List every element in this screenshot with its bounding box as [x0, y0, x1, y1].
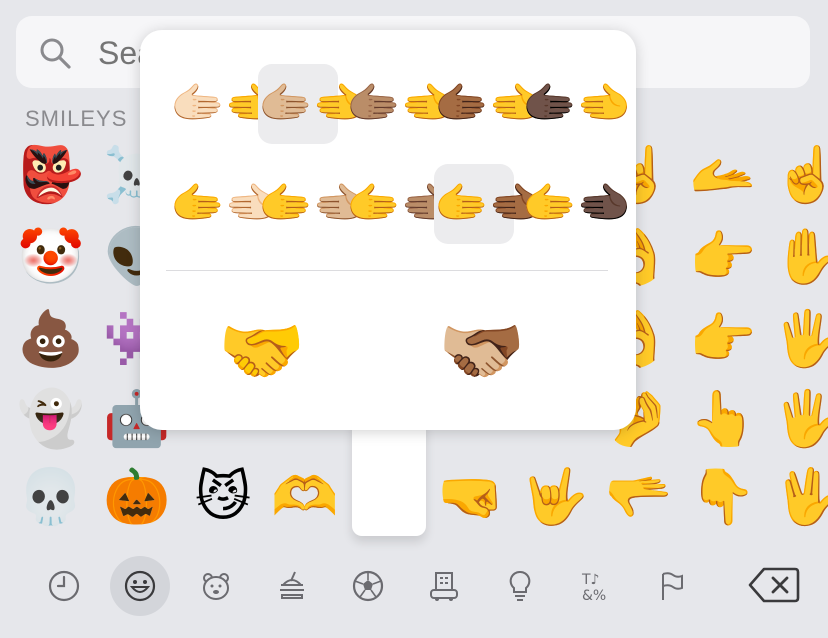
- emoji-cell[interactable]: 👺: [16, 140, 86, 210]
- category-symbols[interactable]: T♪ &%: [566, 556, 626, 616]
- skin-tone-option[interactable]: 🫱🏾‍🫲: [434, 64, 544, 144]
- skin-tone-popup: 🫱🏻‍🫲 🫱🏼‍🫲 🫱🏽‍🫲 🫱🏾‍🫲 🫱🏿‍🫲 🫱‍🫲🏻 🫱‍🫲🏼 🫱‍🫲🏽 🫱‍🫲🏾 🫱‍🫲…: [140, 30, 636, 430]
- emoji-cell[interactable]: 🫴: [688, 140, 758, 210]
- emoji-cell[interactable]: ☝️: [772, 140, 828, 210]
- backspace-icon[interactable]: [748, 566, 800, 604]
- emoji-cell[interactable]: 💩: [16, 304, 86, 374]
- default-handshake-emoji[interactable]: 🤝: [202, 306, 322, 396]
- emoji-cell[interactable]: 🫶: [270, 462, 340, 532]
- svg-text:&%: &%: [582, 588, 606, 603]
- skin-tone-option[interactable]: 🫱🏿‍🫲: [522, 64, 632, 144]
- category-food[interactable]: [262, 556, 322, 616]
- category-flags[interactable]: [642, 556, 702, 616]
- emoji-cell[interactable]: 👻: [16, 384, 86, 454]
- emoji-cell[interactable]: 👆: [688, 384, 758, 454]
- combined-handshake-emoji[interactable]: 🫱🏼‍🫲🏾: [422, 306, 542, 396]
- emoji-cell[interactable]: 👉: [688, 222, 758, 292]
- emoji-cell[interactable]: 🤡: [16, 222, 86, 292]
- popup-tail: [352, 420, 426, 536]
- smiley-icon: [124, 570, 156, 602]
- category-animals[interactable]: [186, 556, 246, 616]
- emoji-cell[interactable]: 🫳: [604, 462, 674, 532]
- search-icon: [40, 38, 71, 69]
- building-icon: [430, 572, 458, 601]
- emoji-cell[interactable]: 💀: [16, 462, 86, 532]
- emoji-cell[interactable]: 🤟: [520, 462, 590, 532]
- symbols-icon: T♪ &%: [581, 572, 606, 603]
- emoji-cell[interactable]: 😼: [188, 462, 258, 532]
- bear-icon: [203, 573, 229, 600]
- skin-tone-option[interactable]: 🫱‍🫲🏼: [258, 164, 368, 244]
- skin-tone-option[interactable]: 🫱‍🫲🏿: [522, 164, 632, 244]
- category-activity[interactable]: [338, 556, 398, 616]
- emoji-cell[interactable]: 👉: [688, 304, 758, 374]
- emoji-cell[interactable]: 🖐️: [772, 384, 828, 454]
- skin-tone-option[interactable]: 🫱🏽‍🫲: [346, 64, 456, 144]
- emoji-cell[interactable]: 🖐️: [772, 304, 828, 374]
- category-objects[interactable]: [490, 556, 550, 616]
- emoji-cell[interactable]: 👇: [688, 462, 758, 532]
- lightbulb-icon: [509, 570, 531, 601]
- emoji-cell[interactable]: 🤜: [436, 462, 506, 532]
- skin-tone-option[interactable]: 🫱‍🫲🏽: [346, 164, 456, 244]
- category-recent[interactable]: [34, 556, 94, 616]
- category-smileys[interactable]: [110, 556, 170, 616]
- skin-tone-option[interactable]: 🫱‍🫲🏻: [170, 164, 280, 244]
- category-travel[interactable]: [414, 556, 474, 616]
- popup-divider: [166, 270, 608, 271]
- category-bar: T♪ &%: [0, 550, 828, 638]
- skin-tone-option[interactable]: 🫱🏻‍🫲: [170, 64, 280, 144]
- food-icon: [280, 571, 304, 599]
- flag-icon: [662, 572, 683, 600]
- emoji-cell[interactable]: 🖖: [772, 462, 828, 532]
- clock-icon: [48, 570, 80, 602]
- emoji-cell[interactable]: ✋: [772, 222, 828, 292]
- skin-tone-option[interactable]: 🫱‍🫲🏾: [434, 164, 544, 244]
- skin-tone-option[interactable]: 🫱🏼‍🫲: [258, 64, 368, 144]
- svg-text:T♪: T♪: [581, 572, 600, 588]
- section-title: SMILEYS: [25, 106, 128, 131]
- ball-icon: [352, 570, 384, 602]
- emoji-cell[interactable]: 🎃: [102, 462, 172, 532]
